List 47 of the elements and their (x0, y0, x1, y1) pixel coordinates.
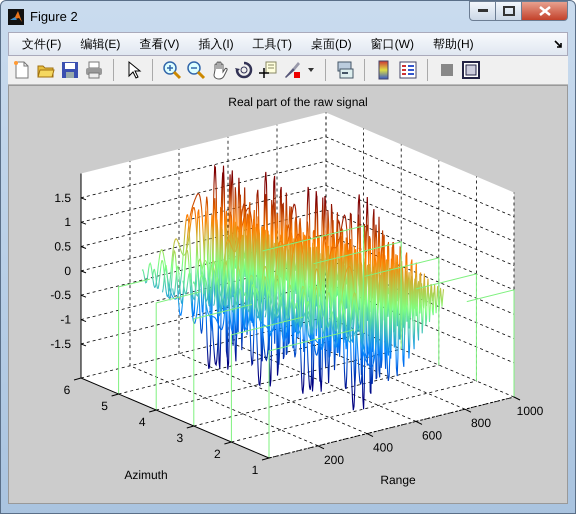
tick-label: 2 (214, 447, 221, 461)
axis-label: Range (380, 473, 416, 487)
legend-icon[interactable] (398, 60, 418, 80)
printer-icon[interactable] (84, 60, 104, 80)
tick-label: 0 (64, 264, 71, 278)
menu-item[interactable]: 帮助(H) (426, 36, 481, 52)
tick-label: 400 (372, 440, 394, 455)
menu-item[interactable]: 桌面(D) (304, 36, 359, 52)
data-cursor-icon[interactable] (258, 60, 278, 80)
minimize-button[interactable] (469, 1, 496, 21)
tick-label: 1 (252, 463, 258, 477)
menu-item[interactable]: 工具(T) (246, 36, 299, 52)
minimize-icon (478, 9, 488, 13)
tick-label: -1.5 (50, 336, 71, 351)
tick-label: 6 (64, 383, 70, 397)
tick-label: 1 (64, 215, 71, 230)
menu-item[interactable]: 编辑(E) (73, 36, 128, 52)
menu-item[interactable]: 文件(F) (15, 36, 68, 52)
window-title: Figure 2 (30, 9, 79, 24)
menu-item[interactable]: 插入(I) (191, 36, 241, 52)
tick-label: 1.5 (54, 190, 71, 205)
tick-label: 0.5 (54, 240, 71, 254)
dock-arrow-icon[interactable] (554, 40, 563, 48)
maximize-icon (502, 6, 514, 16)
tick-label: 5 (101, 399, 108, 413)
menu-item[interactable]: 窗口(W) (364, 36, 421, 52)
matlab-logo-icon (8, 8, 24, 24)
axis-label: Azimuth (124, 468, 168, 482)
zoom-in-icon[interactable] (162, 60, 182, 80)
tick-label: 3 (176, 431, 184, 445)
tick-label: 1000 (516, 404, 544, 418)
tick-label: 600 (422, 428, 442, 442)
rotate-icon[interactable] (234, 60, 254, 80)
link-icon[interactable] (335, 60, 355, 80)
brush-icon[interactable] (282, 60, 302, 80)
tick-label: -1 (60, 312, 71, 327)
tick-label: 800 (470, 416, 492, 430)
zoom-out-icon[interactable] (186, 60, 206, 80)
tick-label: -0.5 (50, 288, 71, 302)
close-icon (538, 6, 550, 16)
tick-label: 200 (324, 452, 344, 467)
frame-icon[interactable] (461, 60, 481, 80)
plot-title: Real part of the raw signal (228, 95, 368, 109)
close-button[interactable] (522, 1, 568, 21)
tick-label: 4 (138, 415, 146, 429)
menu-item[interactable]: 查看(V) (132, 36, 186, 52)
maximize-button[interactable] (496, 1, 522, 21)
